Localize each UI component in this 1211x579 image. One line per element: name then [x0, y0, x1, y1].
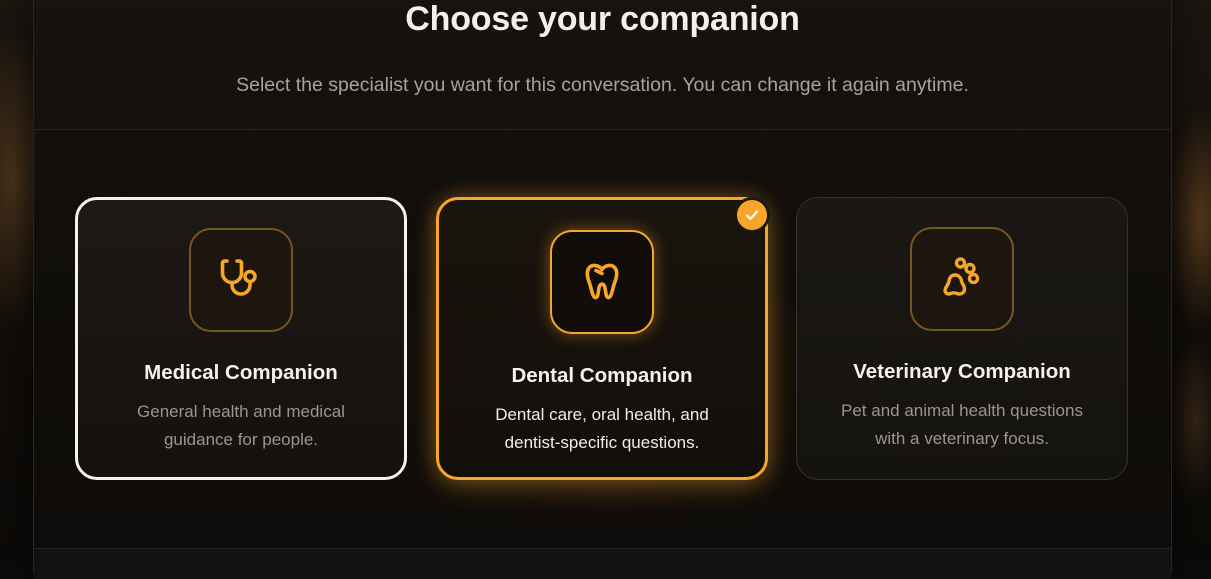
dental-companion-description: Dental care, oral health, and dentist-sp…	[469, 401, 735, 457]
veterinary-companion-description: Pet and animal health questions with a v…	[827, 397, 1097, 453]
checkmark-icon	[743, 206, 761, 224]
veterinary-companion-card[interactable]: Veterinary Companion Pet and animal heal…	[796, 197, 1128, 480]
medical-companion-title: Medical Companion	[78, 358, 404, 388]
selected-check-badge	[734, 197, 770, 233]
dental-companion-card[interactable]: Dental Companion Dental care, oral healt…	[436, 197, 768, 480]
dental-companion-title: Dental Companion	[439, 361, 765, 391]
tooth-icon	[574, 254, 630, 310]
paw-icon	[934, 251, 990, 307]
stethoscope-icon	[213, 252, 269, 308]
medical-companion-description: General health and medical guidance for …	[108, 398, 374, 454]
dialog-subtitle: Select the specialist you want for this …	[34, 70, 1171, 100]
veterinary-icon-box	[910, 227, 1014, 331]
veterinary-companion-title: Veterinary Companion	[797, 357, 1127, 387]
dental-icon-box	[550, 230, 654, 334]
medical-companion-card[interactable]: Medical Companion General health and med…	[75, 197, 407, 480]
medical-icon-box	[189, 228, 293, 332]
dialog-header: Choose your companion Select the special…	[34, 0, 1171, 130]
dialog-footer	[34, 548, 1171, 579]
dialog-title: Choose your companion	[34, 0, 1171, 44]
